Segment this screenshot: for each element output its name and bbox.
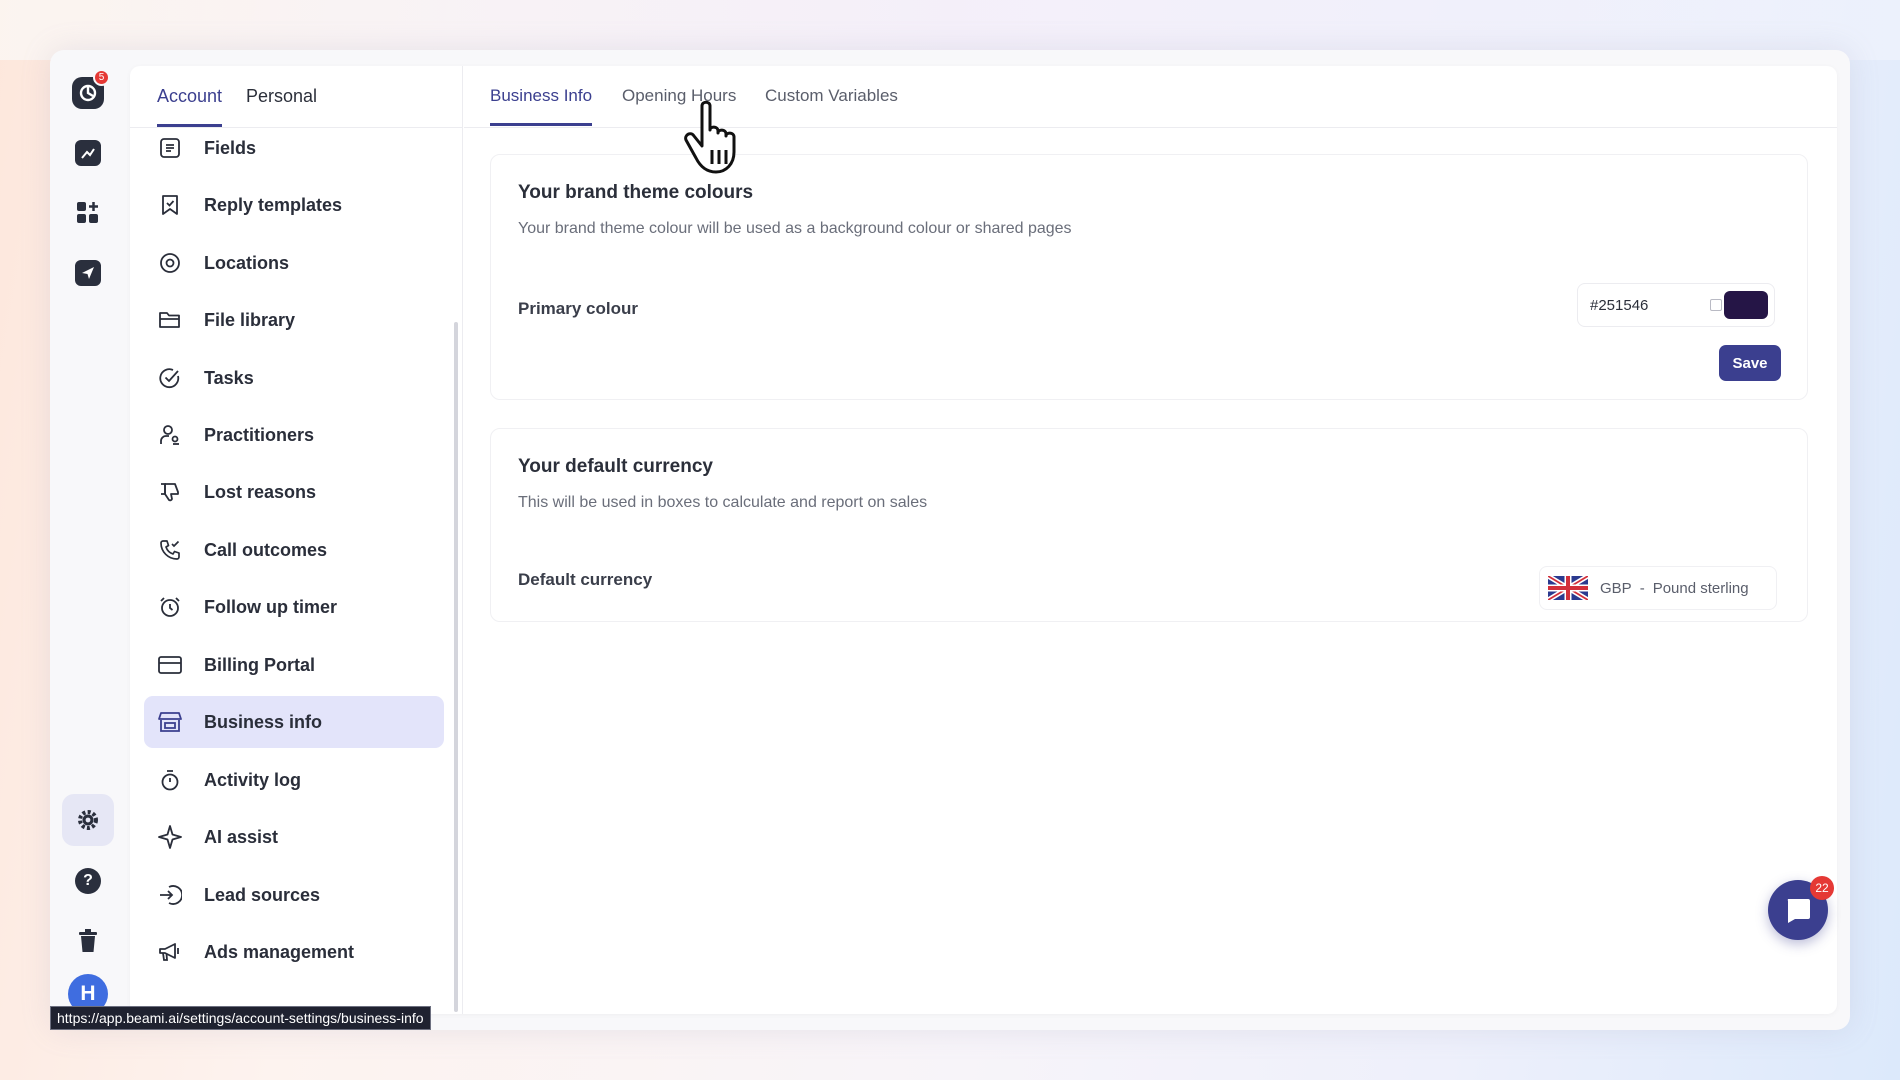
sidebar-item-ads-management[interactable]: Ads management	[144, 926, 444, 978]
sidebar-item-billing-portal[interactable]: Billing Portal	[144, 639, 444, 691]
sidebar-item-label: Ads management	[204, 941, 355, 962]
sign-in-icon	[156, 881, 184, 909]
trash-button[interactable]	[62, 915, 114, 967]
sidebar-item-label: Billing Portal	[204, 654, 316, 675]
task-check-icon	[156, 364, 184, 392]
notification-badge: 5	[93, 69, 110, 86]
tab-custom-variables[interactable]: Custom Variables	[765, 86, 898, 123]
tab-business-info[interactable]: Business Info	[490, 86, 593, 126]
send-button[interactable]	[62, 247, 114, 299]
currency-select[interactable]: GBP - Pound sterling	[1539, 566, 1777, 610]
logo-button[interactable]: 5	[62, 67, 114, 119]
sidebar-item-reply-templates[interactable]: Reply templates	[144, 179, 444, 231]
sidebar-item-lost-reasons[interactable]: Lost reasons	[144, 466, 444, 518]
sidebar-item-practitioners[interactable]: Practitioners	[144, 409, 444, 461]
currency-card-title: Your default currency	[518, 456, 713, 477]
sidebar-item-call-outcomes[interactable]: Call outcomes	[144, 524, 444, 576]
location-icon	[156, 249, 184, 277]
sidebar-item-label: Fields	[204, 137, 257, 158]
currency-code: GBP	[1600, 579, 1632, 597]
sidebar-item-activity-log[interactable]: Activity log	[144, 754, 444, 806]
help-icon: ?	[75, 868, 101, 894]
sidebar-item-label: Reply templates	[204, 194, 343, 215]
chat-bubble-icon	[1787, 899, 1810, 923]
sidebar-item-label: Activity log	[204, 769, 302, 790]
chat-badge: 22	[1810, 876, 1834, 900]
sidebar-item-label: Follow up timer	[204, 596, 337, 617]
logo-icon: 5	[72, 69, 110, 109]
send-icon	[75, 260, 101, 286]
brand-colour-card: Your brand theme colours Your brand them…	[490, 154, 1808, 400]
credit-card-icon	[156, 651, 184, 679]
sidebar-item-label: Tasks	[204, 367, 254, 388]
nav-rail: 5 ? H	[50, 50, 125, 1030]
practitioner-icon	[156, 421, 184, 449]
analytics-icon	[75, 140, 101, 166]
phone-check-icon	[156, 536, 184, 564]
brand-card-title: Your brand theme colours	[518, 182, 754, 203]
sidebar-scrollbar[interactable]	[454, 322, 458, 1012]
sidebar-item-label: Lost reasons	[204, 481, 317, 502]
primary-colour-value: #251546	[1590, 296, 1649, 314]
trash-icon	[79, 929, 97, 952]
uk-flag-icon	[1548, 576, 1588, 600]
sidebar-item-file-library[interactable]: File library	[144, 294, 444, 346]
save-button[interactable]: Save	[1719, 345, 1781, 381]
default-currency-label: Default currency	[518, 570, 653, 589]
store-icon	[156, 708, 184, 736]
primary-colour-label: Primary colour	[518, 299, 638, 318]
color-picker-icon[interactable]	[1710, 299, 1722, 311]
sparkle-icon	[156, 823, 184, 851]
folder-icon	[156, 306, 184, 334]
sidebar-item-label: Business info	[204, 711, 323, 732]
alarm-clock-icon	[156, 593, 184, 621]
sidebar-item-label: Locations	[204, 252, 290, 273]
currency-separator: -	[1639, 579, 1645, 597]
help-button[interactable]: ?	[62, 855, 114, 907]
sidebar-item-locations[interactable]: Locations	[144, 237, 444, 289]
analytics-button[interactable]	[62, 127, 114, 179]
settings-icon	[78, 810, 98, 830]
sidebar-item-label: Lead sources	[204, 884, 321, 905]
sidebar-item-tasks[interactable]: Tasks	[144, 352, 444, 404]
sidebar-item-label: AI assist	[204, 826, 279, 847]
sidebar-item-lead-sources[interactable]: Lead sources	[144, 869, 444, 921]
sidebar-item-label: File library	[204, 309, 296, 330]
currency-name: Pound sterling	[1652, 579, 1749, 597]
link-preview-statusbar: https://app.beami.ai/settings/account-se…	[50, 1006, 431, 1030]
sidebar-item-follow-up-timer[interactable]: Follow up timer	[144, 581, 444, 633]
sidebar-item-fields[interactable]: Fields	[144, 122, 444, 174]
thumbs-down-icon	[156, 478, 184, 506]
sidebar-item-ai-assist[interactable]: AI assist	[144, 811, 444, 863]
settings-sidebar: Account Personal Fields Reply templates …	[130, 66, 463, 1014]
sidebar-item-label: Practitioners	[204, 424, 315, 445]
bookmark-icon	[156, 191, 184, 219]
fields-icon	[156, 134, 184, 162]
settings-button[interactable]	[62, 794, 114, 846]
primary-colour-input[interactable]: #251546	[1577, 283, 1775, 327]
megaphone-icon	[156, 938, 184, 966]
apps-button[interactable]	[62, 187, 114, 239]
sidebar-tabs: Account Personal	[130, 66, 463, 128]
sidebar-item-label: Call outcomes	[204, 539, 328, 560]
tab-account[interactable]: Account	[157, 86, 223, 127]
hand-cursor-icon	[684, 100, 736, 174]
sidebar-item-business-info[interactable]: Business info	[144, 696, 444, 748]
stopwatch-icon	[156, 766, 184, 794]
brand-card-description: Your brand theme colour will be used as …	[518, 220, 1072, 237]
apps-icon	[77, 202, 98, 223]
currency-card: Your default currency This will be used …	[490, 428, 1808, 622]
currency-card-description: This will be used in boxes to calculate …	[518, 494, 928, 511]
main-tabs: Business Info Opening Hours Custom Varia…	[464, 66, 1837, 128]
colour-swatch[interactable]	[1724, 291, 1768, 319]
tab-personal[interactable]: Personal	[246, 86, 317, 124]
